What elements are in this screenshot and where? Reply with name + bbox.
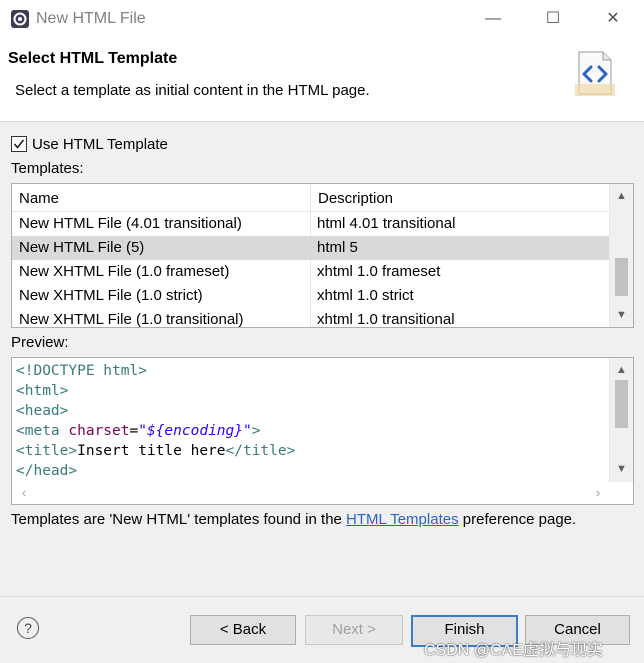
scroll-up-arrow-icon[interactable]: ▲ (610, 360, 633, 380)
info-text-after: preference page. (458, 511, 577, 528)
window-title: New HTML File (36, 10, 146, 27)
table-row[interactable]: New XHTML File (1.0 transitional) xhtml … (12, 308, 609, 328)
html-file-icon (575, 51, 615, 96)
scroll-up-arrow-icon[interactable]: ▲ (610, 186, 633, 206)
table-row[interactable]: New XHTML File (1.0 frameset) xhtml 1.0 … (12, 260, 609, 284)
code-title-text: Insert title here (77, 443, 226, 459)
button-bar-divider (0, 596, 644, 597)
code-meta-close: > (251, 423, 261, 439)
row-description: html 4.01 transitional (317, 215, 456, 232)
checkmark-icon (13, 139, 25, 149)
minimize-button[interactable]: — (480, 6, 506, 32)
preview-vertical-scrollbar[interactable]: ▲ ▼ (609, 358, 633, 482)
back-button[interactable]: < Back (190, 615, 296, 645)
templates-label: Templates: (11, 160, 84, 177)
eclipse-app-icon (11, 10, 29, 28)
use-template-checkbox[interactable] (11, 136, 27, 152)
preview-pane[interactable]: <!DOCTYPE html> <html> <head> <meta char… (11, 357, 634, 505)
html-templates-link[interactable]: HTML Templates (346, 511, 459, 528)
watermark: CSDN @CAE虚拟与现实 (424, 642, 603, 659)
row-description: xhtml 1.0 strict (317, 287, 414, 304)
column-header-description[interactable]: Description (318, 190, 393, 207)
row-name: New XHTML File (1.0 transitional) (19, 311, 244, 328)
code-title-close: </title> (225, 443, 296, 459)
title-bar: New HTML File — ☐ ✕ (0, 0, 644, 38)
code-head-close: </head> (16, 463, 78, 479)
row-name: New XHTML File (1.0 frameset) (19, 263, 230, 280)
scroll-left-arrow-icon[interactable]: ‹ (14, 482, 34, 504)
row-description: xhtml 1.0 transitional (317, 311, 455, 328)
row-description: xhtml 1.0 frameset (317, 263, 441, 280)
code-doctype: <!DOCTYPE html> (16, 363, 147, 379)
code-meta-value: "${encoding}" (138, 423, 252, 439)
scroll-down-arrow-icon[interactable]: ▼ (610, 305, 633, 325)
page-title: Select HTML Template (8, 50, 178, 67)
scroll-right-arrow-icon[interactable]: › (588, 482, 608, 504)
code-meta-open: <meta (16, 423, 69, 439)
code-title-open: <title> (16, 443, 78, 459)
code-meta-attr: charset (68, 423, 130, 439)
preview-horizontal-scrollbar[interactable]: ‹ › (12, 482, 609, 504)
next-button[interactable]: Next > (305, 615, 403, 645)
scroll-down-arrow-icon[interactable]: ▼ (610, 459, 633, 479)
templates-info: Templates are 'New HTML' templates found… (11, 511, 576, 528)
preview-code: <!DOCTYPE html> <html> <head> <meta char… (16, 361, 295, 481)
code-head-tag: <head> (16, 403, 69, 419)
table-row[interactable]: New HTML File (4.01 transitional) html 4… (12, 212, 609, 236)
code-meta-eq: = (129, 423, 139, 439)
scroll-thumb[interactable] (615, 380, 628, 428)
templates-table: Name Description New HTML File (4.01 tra… (11, 183, 634, 328)
use-template-label: Use HTML Template (32, 135, 168, 153)
row-description: html 5 (317, 239, 358, 256)
use-template-checkbox-row[interactable]: Use HTML Template (11, 134, 168, 154)
page-description: Select a template as initial content in … (15, 82, 370, 99)
preview-label: Preview: (11, 334, 69, 351)
wizard-header: Select HTML Template Select a template a… (0, 38, 644, 122)
help-icon[interactable]: ? (17, 617, 39, 639)
templates-vertical-scrollbar[interactable]: ▲ ▼ (609, 184, 633, 327)
table-row[interactable]: New XHTML File (1.0 strict) xhtml 1.0 st… (12, 284, 609, 308)
maximize-button[interactable]: ☐ (540, 6, 566, 32)
row-name: New XHTML File (1.0 strict) (19, 287, 203, 304)
scroll-thumb[interactable] (615, 258, 628, 296)
column-header-name[interactable]: Name (19, 190, 59, 207)
code-html-tag: <html> (16, 383, 69, 399)
row-name: New HTML File (4.01 transitional) (19, 215, 242, 232)
table-row-selected[interactable]: New HTML File (5) html 5 (12, 236, 609, 260)
row-name: New HTML File (5) (19, 239, 145, 256)
info-text-before: Templates are 'New HTML' templates found… (11, 511, 347, 528)
close-button[interactable]: ✕ (600, 6, 626, 32)
